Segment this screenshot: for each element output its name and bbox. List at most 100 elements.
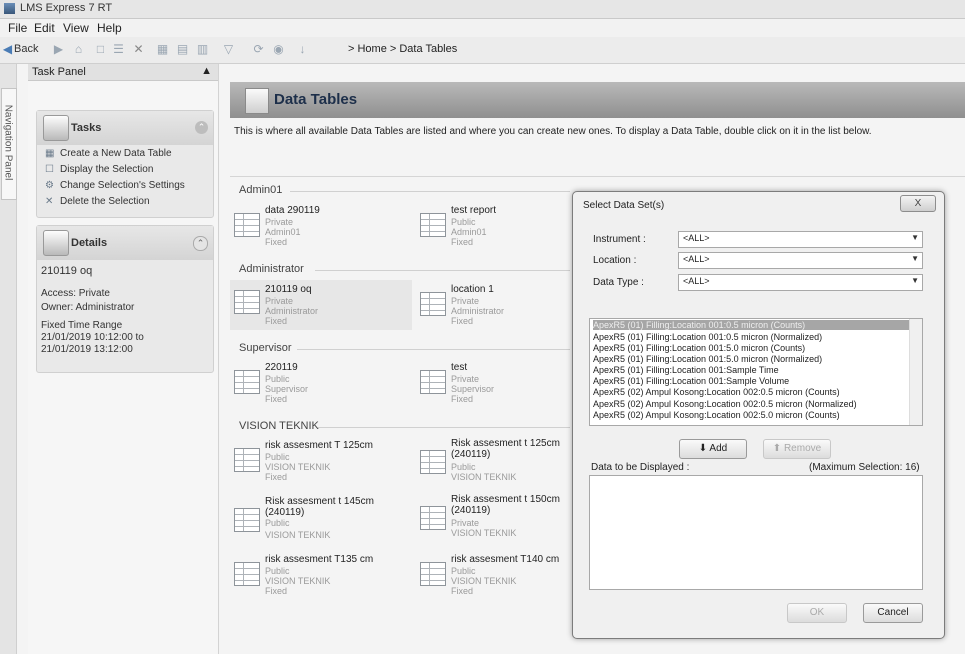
task-panel-header: Task Panel ▲	[28, 64, 218, 81]
close-button[interactable]: X	[900, 195, 936, 212]
create-data-table-link[interactable]: ▦ Create a New Data Table	[45, 148, 172, 159]
item-range: Fixed	[451, 237, 474, 247]
display-data-list[interactable]	[589, 475, 923, 590]
details-header[interactable]: Details ⌃	[37, 226, 213, 260]
available-data-list[interactable]: ApexR5 (01) Filling:Location 001:0.5 mic…	[589, 318, 923, 426]
add-button[interactable]: ⬇ Add	[679, 439, 747, 459]
detail-name: 210119 oq	[41, 265, 93, 277]
table-icon	[420, 292, 446, 316]
tasks-box: Tasks ⌃ ▦ Create a New Data Table ☐ Displa…	[36, 110, 214, 218]
back-button[interactable]: Back	[14, 43, 38, 55]
menu-edit[interactable]: Edit	[34, 21, 55, 35]
item-range: Fixed	[265, 316, 288, 326]
item-name: Risk assesment t 125cm (240119)	[451, 438, 560, 460]
data-table-item[interactable]: Risk assesment t 145cm (240119) Public V…	[234, 496, 384, 546]
refresh-icon[interactable]: ⟳	[252, 43, 265, 56]
task-panel-title: Task Panel	[32, 66, 86, 78]
list-item[interactable]: ApexR5 (01) Filling:Location 001:Sample …	[593, 365, 909, 375]
save-icon[interactable]: ▦	[156, 43, 169, 56]
main-header: Data Tables	[230, 82, 965, 118]
divider	[318, 427, 570, 428]
display-selection-link[interactable]: ☐ Display the Selection	[45, 164, 153, 175]
item-name: test report	[451, 205, 497, 216]
group-supervisor: Supervisor	[239, 342, 292, 354]
list-item[interactable]: ApexR5 (01) Filling:Location 001:5.0 mic…	[593, 354, 909, 364]
collapse-icon[interactable]: ⌃	[195, 121, 208, 134]
item-access: Public	[265, 374, 290, 384]
data-table-item[interactable]: risk assesment T140 cm Public VISION TEK…	[420, 554, 570, 598]
delete-icon: ✕	[45, 196, 54, 207]
menu-help[interactable]: Help	[97, 21, 122, 35]
list-item[interactable]: ApexR5 (01) Filling:Location 001:Sample …	[593, 376, 909, 386]
filter-icon[interactable]: ▽	[222, 43, 235, 56]
list-scrollbar[interactable]	[909, 319, 922, 425]
location-select[interactable]: <ALL> ▼	[678, 252, 923, 269]
data-table-item[interactable]: data 290119 Private Admin01 Fixed	[234, 205, 384, 249]
divider	[290, 191, 570, 192]
data-table-item[interactable]: Risk assesment t 150cm (240119) Private …	[420, 494, 570, 544]
item-access: Public	[265, 518, 290, 528]
tasks-icon	[43, 115, 69, 141]
page-title: Data Tables	[274, 91, 358, 108]
settings-icon: ⚙	[45, 180, 54, 191]
item-range: Fixed	[265, 394, 288, 404]
list-item[interactable]: ApexR5 (02) Ampul Kosong:Location 002:0.…	[593, 387, 909, 397]
item-owner: VISION TEKNIK	[451, 528, 517, 538]
detail-access: Access: Private	[41, 288, 110, 299]
data-table-item[interactable]: risk assesment T 125cm Public VISION TEK…	[234, 440, 384, 484]
menu-bar: File Edit View Help	[0, 19, 965, 37]
breadcrumb[interactable]: > Home > Data Tables	[348, 43, 457, 55]
title-bar: LMS Express 7 RT	[0, 0, 965, 19]
data-table-item[interactable]: Risk assesment t 125cm (240119) Public V…	[420, 438, 570, 488]
list-item[interactable]: ApexR5 (01) Filling:Location 001:5.0 mic…	[593, 343, 909, 353]
delete-selection-link[interactable]: ✕ Delete the Selection	[45, 196, 150, 207]
data-table-item[interactable]: test report Public Admin01 Fixed	[420, 205, 570, 249]
web-icon[interactable]: ◉	[272, 43, 285, 56]
home-icon[interactable]: ⌂	[72, 43, 85, 56]
pin-icon[interactable]: ▲	[201, 65, 212, 77]
item-range: Fixed	[265, 472, 288, 482]
data-table-item[interactable]: 220119 Public Supervisor Fixed	[234, 362, 384, 406]
item-name: test	[451, 362, 468, 373]
change-settings-link[interactable]: ⚙ Change Selection's Settings	[45, 180, 185, 191]
item-name: risk assesment T140 cm	[451, 554, 560, 565]
list-item[interactable]: ApexR5 (01) Filling:Location 001:0.5 mic…	[593, 332, 909, 342]
menu-file[interactable]: File	[8, 21, 27, 35]
instrument-label: Instrument :	[593, 234, 646, 245]
forward-icon[interactable]: ▶	[52, 43, 65, 56]
ok-button[interactable]: OK	[787, 603, 847, 623]
table-icon	[234, 448, 260, 472]
instrument-select[interactable]: <ALL> ▼	[678, 231, 923, 248]
cancel-button[interactable]: Cancel	[863, 603, 923, 623]
item-name: 210119 oq	[265, 284, 312, 295]
data-table-item-selected[interactable]: 210119 oq Private Administrator Fixed	[230, 280, 412, 330]
collapse-icon[interactable]: ⌃	[193, 236, 208, 251]
item-owner: Administrator	[451, 306, 505, 316]
new-icon[interactable]: □	[94, 43, 107, 56]
data-table-item[interactable]: test Private Supervisor Fixed	[420, 362, 570, 406]
settings-icon[interactable]: ☰	[112, 43, 125, 56]
list-item-selected[interactable]: ApexR5 (01) Filling:Location 001:0.5 mic…	[593, 320, 909, 330]
data-type-label: Data Type :	[593, 277, 644, 288]
list-item[interactable]: ApexR5 (02) Ampul Kosong:Location 002:5.…	[593, 410, 909, 420]
delete-icon[interactable]: ✕	[132, 43, 145, 56]
back-arrow-icon[interactable]: ◀	[1, 43, 14, 56]
max-selection-label: (Maximum Selection: 16)	[809, 462, 920, 473]
data-type-select[interactable]: <ALL> ▼	[678, 274, 923, 291]
details-box: Details ⌃ 210119 oq Access: Private Owne…	[36, 225, 214, 373]
remove-button[interactable]: ⬆ Remove	[763, 439, 831, 459]
tasks-header[interactable]: Tasks ⌃	[37, 111, 213, 145]
item-owner: Supervisor	[451, 384, 495, 394]
print-icon[interactable]: ▤	[176, 43, 189, 56]
data-table-item[interactable]: location 1 Private Administrator Fixed	[420, 284, 570, 328]
data-table-item[interactable]: risk assesment T135 cm Public VISION TEK…	[234, 554, 384, 598]
detail-range-from: 21/01/2019 10:12:00 to	[41, 332, 144, 343]
export-icon[interactable]: ▥	[196, 43, 209, 56]
help-icon[interactable]: ↓	[296, 43, 309, 56]
navigation-panel-tab[interactable]: Navigation Panel	[1, 88, 17, 200]
list-item[interactable]: ApexR5 (02) Ampul Kosong:Location 002:0.…	[593, 399, 909, 409]
item-name: Risk assesment t 150cm (240119)	[451, 494, 560, 516]
menu-view[interactable]: View	[63, 21, 89, 35]
table-icon	[234, 213, 260, 237]
group-vision-teknik: VISION TEKNIK	[239, 420, 319, 432]
